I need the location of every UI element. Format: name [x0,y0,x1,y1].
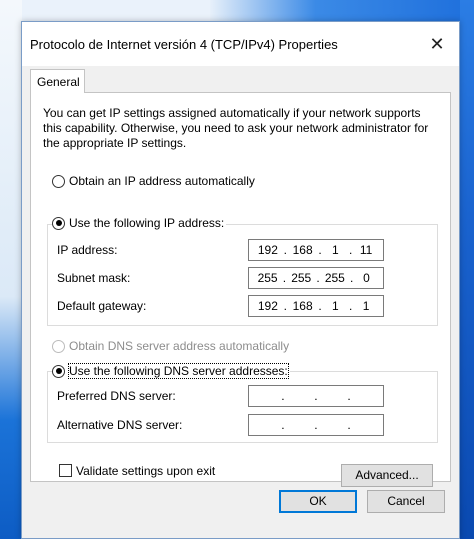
use-following-dns-radio[interactable]: Use the following DNS server addresses: [52,363,290,379]
validate-label: Validate settings upon exit [76,464,216,478]
ipv4-properties-dialog: Protocolo de Internet versión 4 (TCP/IPv… [21,21,460,539]
alternative-dns-field[interactable]: . . . [248,414,384,436]
validate-checkbox[interactable] [59,464,72,477]
tab-general[interactable]: General [30,69,85,93]
octet: 168 [292,299,313,313]
cancel-button[interactable]: Cancel [367,490,445,513]
octet: 168 [292,243,313,257]
subnet-mask-label: Subnet mask: [57,271,131,285]
subnet-mask-field[interactable]: 255. 255. 255. 0 [248,267,384,289]
ip-address-label: IP address: [57,243,118,257]
radio-icon [52,174,65,188]
octet: 255 [291,271,312,285]
octet: 1 [332,299,339,313]
octet: 0 [363,271,370,285]
default-gateway-label: Default gateway: [57,299,147,313]
preferred-dns-field[interactable]: . . . [248,385,384,407]
intro-text: You can get IP settings assigned automat… [43,106,429,150]
title-bar[interactable]: Protocolo de Internet versión 4 (TCP/IPv… [22,22,459,66]
octet: 192 [257,299,278,313]
radio-icon [52,339,65,353]
default-gateway-field[interactable]: 192. 168. 1. 1 [248,295,384,317]
desktop-background [0,0,22,539]
octet: 255 [257,271,278,285]
desktop-background [210,0,474,22]
radio-label: Use the following IP address: [69,216,225,230]
octet: 192 [257,243,278,257]
tab-label: General [37,75,80,89]
radio-label: Use the following DNS server addresses: [68,363,289,379]
advanced-button[interactable]: Advanced... [341,464,433,487]
octet: 1 [332,243,339,257]
desktop-background [460,0,474,539]
alternative-dns-label: Alternative DNS server: [57,418,183,432]
ip-address-field[interactable]: 192. 168. 1. 11 [248,239,384,261]
octet: 255 [324,271,345,285]
window-title: Protocolo de Internet versión 4 (TCP/IPv… [30,37,338,52]
radio-label: Obtain DNS server address automatically [69,339,290,353]
octet: 1 [362,299,370,313]
general-panel: You can get IP settings assigned automat… [30,92,451,487]
use-following-ip-radio[interactable]: Use the following IP address: [52,216,227,230]
obtain-dns-auto-radio[interactable]: Obtain DNS server address automatically [52,339,292,353]
close-icon[interactable]: ✕ [422,30,452,58]
radio-label: Obtain an IP address automatically [69,174,255,188]
preferred-dns-label: Preferred DNS server: [57,389,176,403]
radio-selected-icon [52,364,65,378]
radio-selected-icon [52,216,65,230]
octet: 11 [359,243,373,257]
obtain-ip-auto-radio[interactable]: Obtain an IP address automatically [52,174,257,188]
ok-button[interactable]: OK [279,490,357,513]
